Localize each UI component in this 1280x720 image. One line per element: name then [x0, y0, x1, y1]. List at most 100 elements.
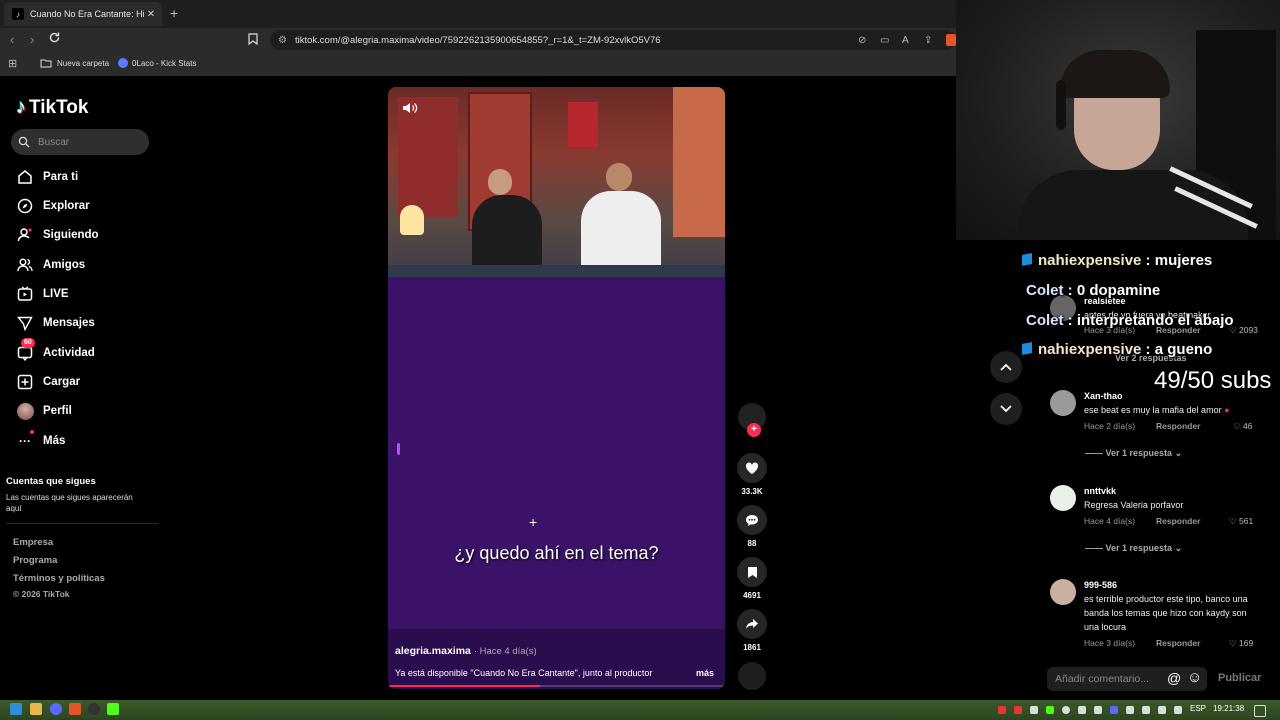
footer-empresa[interactable]: Empresa	[13, 537, 53, 548]
translate-icon[interactable]: A	[902, 35, 909, 46]
new-tab-button[interactable]: +	[170, 5, 178, 21]
next-video-button[interactable]	[990, 393, 1022, 425]
reply-button[interactable]: Responder	[1156, 516, 1200, 526]
mention-icon[interactable]: @	[1167, 670, 1181, 686]
sidebar-item-siguiendo[interactable]: Siguiendo	[16, 225, 99, 245]
video-author[interactable]: alegria.maxima	[395, 645, 471, 657]
bookmark-save-icon[interactable]	[737, 557, 767, 587]
no-tracking-icon[interactable]: ⊘	[858, 35, 866, 46]
tiktok-logo[interactable]: ♪ TikTok	[16, 96, 88, 119]
brave-shield-icon[interactable]	[946, 34, 956, 46]
sidebar-item-label: Para ti	[43, 171, 79, 183]
site-settings-icon[interactable]: ⚙	[278, 35, 287, 46]
reader-icon[interactable]: ▭	[880, 35, 889, 46]
tray-app-icon[interactable]	[1030, 706, 1038, 714]
sidebar-item-explorar[interactable]: Explorar	[16, 196, 90, 216]
windows-start-icon[interactable]	[10, 703, 22, 715]
share-arrow-icon[interactable]	[737, 609, 767, 639]
reload-icon[interactable]	[48, 31, 61, 47]
avatar[interactable]	[1050, 390, 1076, 416]
comment-user[interactable]: Xan-thao	[1084, 391, 1123, 401]
back-icon[interactable]: ‹	[10, 32, 14, 47]
tray-app-icon[interactable]	[1174, 706, 1182, 714]
sidebar-item-para-ti[interactable]: Para ti	[16, 167, 78, 187]
kick-icon[interactable]	[107, 703, 119, 715]
notifications-icon[interactable]	[1254, 705, 1266, 717]
sidebar-item-actividad[interactable]: 60 Actividad	[16, 338, 95, 363]
tray-app-icon[interactable]	[1014, 706, 1022, 714]
music-disc[interactable]	[737, 662, 767, 690]
chevron-down-icon	[1000, 405, 1012, 413]
video-description-more[interactable]: más	[696, 668, 714, 678]
view-replies[interactable]: —— Ver 1 respuesta ⌄	[1085, 543, 1182, 554]
tray-app-icon[interactable]	[1062, 706, 1070, 714]
share-icon[interactable]: ⇪	[924, 35, 932, 46]
bookmark-kick-stats[interactable]: 0Laco - Kick Stats	[118, 58, 196, 68]
brave-browser-icon[interactable]	[69, 703, 81, 715]
clock[interactable]: 19:21:38	[1213, 704, 1244, 713]
footer-programa[interactable]: Programa	[13, 555, 57, 566]
sidebar-divider	[6, 523, 158, 524]
tray-app-icon[interactable]	[1110, 706, 1118, 714]
tray-app-icon[interactable]	[1078, 706, 1086, 714]
volume-icon[interactable]	[402, 101, 418, 120]
view-replies[interactable]: —— Ver 1 respuesta ⌄	[1085, 448, 1182, 459]
emoji-icon[interactable]: ☺	[1187, 669, 1202, 686]
progress-track[interactable]	[388, 685, 725, 687]
share-action[interactable]: 1861	[737, 609, 767, 652]
tray-app-icon[interactable]	[1158, 706, 1166, 714]
comment-user[interactable]: nnttvkk	[1084, 486, 1116, 496]
live-icon	[16, 285, 34, 303]
discord-icon[interactable]	[50, 703, 62, 715]
comment-user[interactable]: 999-586	[1084, 580, 1117, 590]
reply-button[interactable]: Responder	[1156, 421, 1200, 431]
apps-grid-icon[interactable]: ⊞	[8, 57, 17, 70]
video-player[interactable]: + ¿y quedo ahí en el tema? alegria.maxim…	[388, 87, 725, 689]
forward-icon[interactable]: ›	[30, 32, 34, 47]
file-explorer-icon[interactable]	[30, 703, 42, 715]
heart-icon[interactable]	[737, 453, 767, 483]
comment-likes[interactable]: ♡ 561	[1229, 516, 1253, 527]
chat-message: Colet : 0 dopamine	[1026, 282, 1160, 299]
tray-app-icon[interactable]	[1046, 706, 1054, 714]
tray-app-icon[interactable]	[1142, 706, 1150, 714]
tray-app-icon[interactable]	[1126, 706, 1134, 714]
search-input[interactable]: Buscar	[11, 129, 149, 155]
address-bar[interactable]: ⚙ tiktok.com/@alegria.maxima/video/75922…	[270, 30, 956, 50]
browser-tab[interactable]: ♪ Cuando No Era Cantante: His ✕	[4, 2, 162, 26]
comment-text-body: ese beat es muy la mafia del amor	[1084, 405, 1222, 415]
avatar[interactable]	[1050, 579, 1076, 605]
bookmark-icon[interactable]	[248, 33, 258, 48]
chat-user: Colet	[1026, 312, 1064, 329]
sidebar-item-live[interactable]: LIVE	[16, 284, 69, 304]
reply-button[interactable]: Responder	[1156, 638, 1200, 648]
creator-avatar-follow[interactable]: +	[737, 403, 767, 437]
language-indicator[interactable]: ESP	[1190, 704, 1206, 713]
tray-app-icon[interactable]	[1094, 706, 1102, 714]
chat-text: a gueno	[1154, 341, 1213, 358]
sidebar-item-cargar[interactable]: Cargar	[16, 372, 80, 392]
close-tab-icon[interactable]: ✕	[144, 9, 158, 20]
tray-app-icon[interactable]	[998, 706, 1006, 714]
comment-likes[interactable]: ♡ 169	[1229, 638, 1253, 649]
publish-button[interactable]: Publicar	[1218, 672, 1261, 684]
like-action[interactable]: 33.3K	[737, 453, 767, 496]
sidebar-item-mas[interactable]: ··· Más	[16, 430, 65, 451]
chat-message: Colet : interpretando el abajo	[1026, 312, 1234, 329]
comment-input[interactable]: Añadir comentario...	[1047, 667, 1207, 691]
sidebar-item-amigos[interactable]: Amigos	[16, 255, 85, 275]
obs-icon[interactable]	[88, 703, 100, 715]
sidebar-item-mensajes[interactable]: Mensajes	[16, 313, 95, 333]
previous-video-button[interactable]	[990, 351, 1022, 383]
comment-icon[interactable]	[737, 505, 767, 535]
save-action[interactable]: 4691	[737, 557, 767, 600]
video-subtitle: ¿y quedo ahí en el tema?	[454, 543, 659, 563]
avatar[interactable]	[1050, 485, 1076, 511]
footer-terminos[interactable]: Términos y políticas	[13, 573, 105, 584]
bookmark-folder[interactable]: Nueva carpeta	[40, 58, 109, 68]
comment-action[interactable]: 88	[737, 505, 767, 548]
chat-user: Colet	[1026, 282, 1064, 299]
follow-plus-icon[interactable]: +	[747, 423, 761, 437]
sidebar-item-perfil[interactable]: Perfil	[16, 401, 72, 421]
comment-likes[interactable]: ♡ 46	[1233, 421, 1252, 432]
